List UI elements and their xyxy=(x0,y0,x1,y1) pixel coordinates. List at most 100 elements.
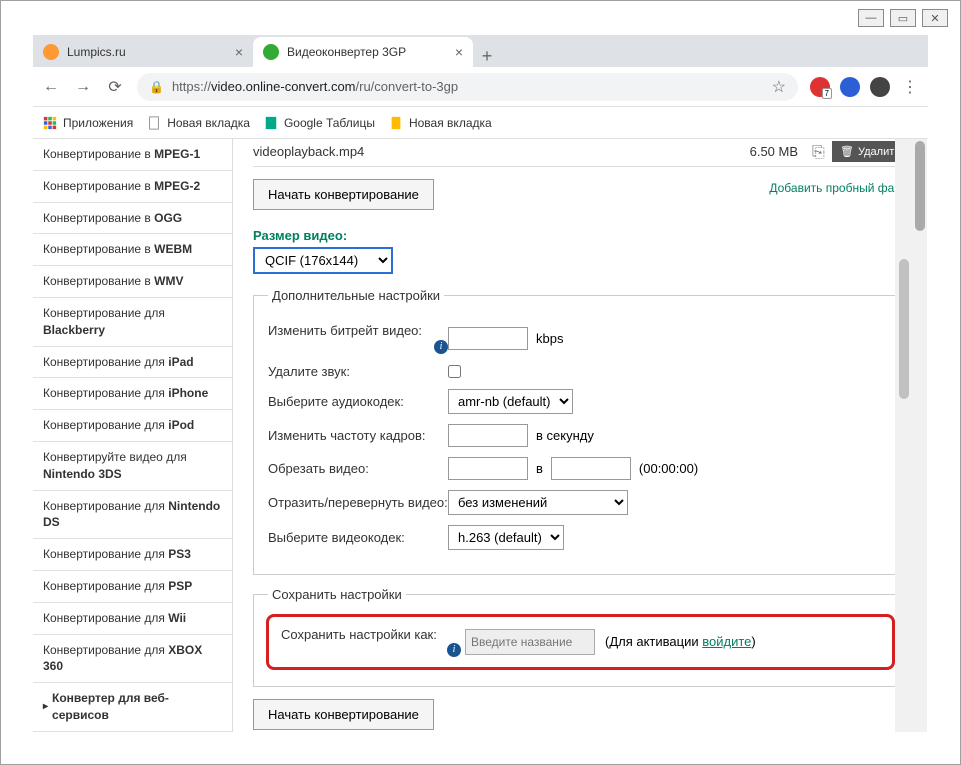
sidebar-item[interactable]: Конвертируйте видео для Nintendo 3DS xyxy=(33,442,232,491)
sidebar-item[interactable]: Конвертирование для PSP xyxy=(33,571,232,603)
ext-icon-1[interactable]: 7 xyxy=(810,77,830,97)
remove-audio-checkbox[interactable] xyxy=(448,365,461,378)
flip-select[interactable]: без изменений xyxy=(448,490,628,515)
sidebar-item[interactable]: Конвертирование в WMV xyxy=(33,266,232,298)
sidebar-item[interactable]: Конвертирование для PS3 xyxy=(33,539,232,571)
favicon-icon xyxy=(263,44,279,60)
minimize-button[interactable]: — xyxy=(858,9,884,27)
close-button[interactable]: ✕ xyxy=(922,9,948,27)
bookmark-label: Google Таблицы xyxy=(284,116,375,130)
star-icon[interactable]: ☆ xyxy=(772,77,786,97)
menu-icon[interactable]: ⋮ xyxy=(900,77,920,97)
sidebar-item[interactable]: Конвертирование в MPEG-2 xyxy=(33,171,232,203)
page-icon xyxy=(147,116,161,130)
cut-sep: в xyxy=(536,461,543,476)
advanced-settings: Дополнительные настройки Изменить битрей… xyxy=(253,288,908,575)
cut-to-input[interactable] xyxy=(551,457,631,480)
bitrate-label: Изменить битрейт видео: i xyxy=(268,323,448,354)
trial-file-link[interactable]: Добавить пробный файл xyxy=(769,181,908,195)
bookmark-label: Новая вкладка xyxy=(167,116,250,130)
sidebar-item[interactable]: Конвертирование для Wii xyxy=(33,603,232,635)
favicon-icon xyxy=(43,44,59,60)
sidebar-item[interactable]: Конвертирование в OGG xyxy=(33,203,232,235)
convert-button-bottom[interactable]: Начать конвертирование xyxy=(253,699,434,730)
sidebar-item[interactable]: Конвертирование в WEBM xyxy=(33,234,232,266)
flip-row: Отразить/перевернуть видео: без изменени… xyxy=(268,490,893,515)
remove-audio-row: Удалите звук: xyxy=(268,364,893,379)
tabs-bar: Lumpics.ru × Видеоконвертер 3GP × + xyxy=(33,35,928,67)
sidebar-item[interactable]: Конвертирование для Nintendo DS xyxy=(33,491,232,540)
bookmark-google-sheets[interactable]: Google Таблицы xyxy=(264,116,375,130)
bookmark-new-tab-1[interactable]: Новая вкладка xyxy=(147,116,250,130)
sidebar-item[interactable]: Конвертирование для XBOX 360 xyxy=(33,635,232,684)
bookmark-label: Приложения xyxy=(63,116,133,130)
highlight-box: Сохранить настройки как: i (Для активаци… xyxy=(266,614,895,671)
tab-lumpics[interactable]: Lumpics.ru × xyxy=(33,37,253,67)
sidebar-item[interactable]: Конвертирование для Blackberry xyxy=(33,298,232,347)
sidebar: Конвертирование в MPEG-1 Конвертирование… xyxy=(33,139,233,732)
sheets-icon xyxy=(264,116,278,130)
inner-scrollbar-thumb[interactable] xyxy=(899,259,909,399)
inner-scrollbar[interactable] xyxy=(895,139,911,732)
video-codec-select[interactable]: h.263 (default) xyxy=(448,525,564,550)
maximize-button[interactable]: ▭ xyxy=(890,9,916,27)
sidebar-item[interactable]: Конвертирование для iPod xyxy=(33,410,232,442)
save-row: Сохранить настройки как: i (Для активаци… xyxy=(281,627,880,658)
forward-button[interactable]: → xyxy=(73,77,93,97)
audio-codec-label: Выберите аудиокодек: xyxy=(268,394,448,409)
video-size-select[interactable]: QCIF (176x144) xyxy=(253,247,393,274)
fps-unit: в секунду xyxy=(536,428,594,443)
trash-icon: 🗑 xyxy=(840,145,854,158)
cut-row: Обрезать видео: в (00:00:00) xyxy=(268,457,893,480)
info-icon[interactable]: i xyxy=(434,340,448,354)
ext-icon-2[interactable] xyxy=(840,77,860,97)
save-settings: Сохранить настройки Сохранить настройки … xyxy=(253,587,908,688)
url-text: https://video.online-convert.com/ru/conv… xyxy=(172,79,458,94)
audio-codec-select[interactable]: amr-nb (default) xyxy=(448,389,573,414)
scrollbar-thumb[interactable] xyxy=(915,141,925,231)
new-tab-button[interactable]: + xyxy=(473,46,501,67)
advanced-legend: Дополнительные настройки xyxy=(268,288,444,303)
url-field[interactable]: 🔒 https://video.online-convert.com/ru/co… xyxy=(137,73,798,101)
save-name-input[interactable] xyxy=(465,629,595,655)
save-label: Сохранить настройки как: i xyxy=(281,627,461,658)
lock-icon: 🔒 xyxy=(149,80,164,94)
apps-icon xyxy=(43,116,57,130)
scrollbar[interactable] xyxy=(911,139,927,732)
fps-input[interactable] xyxy=(448,424,528,447)
tab-videoconverter[interactable]: Видеоконвертер 3GP × xyxy=(253,37,473,67)
copy-icon[interactable]: ⎘ xyxy=(812,144,828,160)
bitrate-row: Изменить битрейт видео: i kbps xyxy=(268,323,893,354)
cut-label: Обрезать видео: xyxy=(268,461,448,476)
flip-label: Отразить/перевернуть видео: xyxy=(268,495,448,510)
tab-title: Видеоконвертер 3GP xyxy=(287,45,406,59)
sidebar-item[interactable]: Конвертирование для iPad xyxy=(33,347,232,379)
bitrate-unit: kbps xyxy=(536,331,563,346)
close-icon[interactable]: × xyxy=(235,44,243,60)
fps-label: Изменить частоту кадров: xyxy=(268,428,448,443)
bookmarks-bar: Приложения Новая вкладка Google Таблицы … xyxy=(33,107,928,139)
fps-row: Изменить частоту кадров: в секунду xyxy=(268,424,893,447)
info-icon[interactable]: i xyxy=(447,643,461,657)
cut-from-input[interactable] xyxy=(448,457,528,480)
login-link[interactable]: войдите xyxy=(702,634,751,649)
back-button[interactable]: ← xyxy=(41,77,61,97)
page-icon xyxy=(389,116,403,130)
reload-button[interactable]: ⟳ xyxy=(105,77,125,97)
profile-avatar[interactable] xyxy=(870,77,890,97)
apps-button[interactable]: Приложения xyxy=(43,116,133,130)
tab-title: Lumpics.ru xyxy=(67,45,126,59)
bookmark-new-tab-2[interactable]: Новая вкладка xyxy=(389,116,492,130)
sidebar-header-web[interactable]: Конвертер для веб-сервисов xyxy=(33,683,232,732)
remove-audio-label: Удалите звук: xyxy=(268,364,448,379)
sidebar-item[interactable]: Конвертирование в MPEG-1 xyxy=(33,139,232,171)
save-hint: (Для активации войдите) xyxy=(605,634,756,649)
video-size-label: Размер видео: xyxy=(253,228,908,243)
sidebar-item[interactable]: Конвертирование для iPhone xyxy=(33,378,232,410)
close-icon[interactable]: × xyxy=(455,44,463,60)
file-name: videoplayback.mp4 xyxy=(253,144,750,159)
cut-hint: (00:00:00) xyxy=(639,461,698,476)
video-codec-row: Выберите видеокодек: h.263 (default) xyxy=(268,525,893,550)
convert-button-top[interactable]: Начать конвертирование xyxy=(253,179,434,210)
bitrate-input[interactable] xyxy=(448,327,528,350)
